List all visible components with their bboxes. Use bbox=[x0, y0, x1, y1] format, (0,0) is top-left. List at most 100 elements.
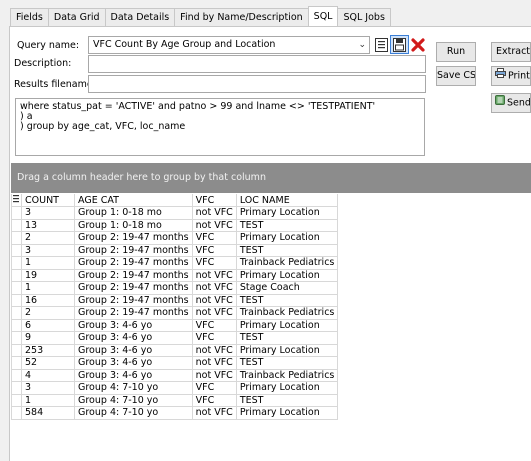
cell-age-cat[interactable]: Group 2: 19-47 months bbox=[74, 231, 193, 245]
table-row[interactable]: 52 Group 3: 4-6 yo not VFC TEST bbox=[11, 356, 339, 370]
table-row[interactable]: 3 Group 1: 0-18 mo not VFC Primary Location bbox=[11, 206, 339, 220]
cell-loc-name[interactable]: Trainback Pediatrics bbox=[235, 256, 339, 270]
description-input[interactable] bbox=[88, 55, 426, 73]
row-selector[interactable] bbox=[11, 356, 22, 370]
table-row[interactable]: 13 Group 1: 0-18 mo not VFC TEST bbox=[11, 218, 339, 232]
row-selector[interactable] bbox=[11, 281, 22, 295]
column-chooser-icon[interactable] bbox=[12, 194, 20, 203]
cell-vfc[interactable]: VFC bbox=[191, 393, 237, 407]
row-selector[interactable] bbox=[11, 243, 22, 257]
column-header-loc-name[interactable]: LOC NAME bbox=[235, 194, 339, 207]
cell-vfc[interactable]: VFC bbox=[191, 318, 237, 332]
cell-count[interactable]: 253 bbox=[21, 343, 75, 357]
tab-sql-jobs[interactable]: SQL Jobs bbox=[337, 8, 391, 26]
cell-age-cat[interactable]: Group 2: 19-47 months bbox=[74, 256, 193, 270]
cell-vfc[interactable]: not VFC bbox=[191, 356, 237, 370]
cell-age-cat[interactable]: Group 4: 7-10 yo bbox=[74, 393, 193, 407]
cell-vfc[interactable]: VFC bbox=[191, 256, 237, 270]
cell-vfc[interactable]: not VFC bbox=[191, 368, 237, 382]
cell-count[interactable]: 1 bbox=[21, 281, 75, 295]
cell-count[interactable]: 2 bbox=[21, 306, 75, 320]
cell-vfc[interactable]: not VFC bbox=[191, 206, 237, 220]
row-selector[interactable] bbox=[11, 306, 22, 320]
cell-loc-name[interactable]: Primary Location bbox=[235, 318, 339, 332]
table-row[interactable]: 2 Group 2: 19-47 months not VFC Trainback P… bbox=[11, 306, 339, 320]
table-row[interactable]: 1 Group 4: 7-10 yo VFC TEST bbox=[11, 393, 339, 407]
cell-count[interactable]: 19 bbox=[21, 268, 75, 282]
row-selector[interactable] bbox=[11, 393, 22, 407]
cell-loc-name[interactable]: Primary Location bbox=[235, 231, 339, 245]
cell-age-cat[interactable]: Group 2: 19-47 months bbox=[74, 243, 193, 257]
row-selector[interactable] bbox=[11, 368, 22, 382]
cell-vfc[interactable]: VFC bbox=[191, 331, 237, 345]
cell-age-cat[interactable]: Group 2: 19-47 months bbox=[74, 281, 193, 295]
table-row[interactable]: 584 Group 4: 7-10 yo not VFC Primary Locati… bbox=[11, 406, 339, 420]
cell-count[interactable]: 13 bbox=[21, 218, 75, 232]
column-header-count[interactable]: COUNT bbox=[21, 194, 75, 207]
cell-age-cat[interactable]: Group 3: 4-6 yo bbox=[74, 318, 193, 332]
cell-vfc[interactable]: not VFC bbox=[191, 281, 237, 295]
cell-vfc[interactable]: not VFC bbox=[191, 268, 237, 282]
cell-age-cat[interactable]: Group 3: 4-6 yo bbox=[74, 368, 193, 382]
cell-count[interactable]: 2 bbox=[21, 231, 75, 245]
table-row[interactable]: 9 Group 3: 4-6 yo VFC TEST bbox=[11, 331, 339, 345]
column-header-vfc[interactable]: VFC bbox=[191, 194, 237, 207]
cell-age-cat[interactable]: Group 2: 19-47 months bbox=[74, 293, 193, 307]
extract-button[interactable]: Extract bbox=[491, 42, 531, 62]
cell-count[interactable]: 1 bbox=[21, 393, 75, 407]
cell-loc-name[interactable]: Primary Location bbox=[235, 268, 339, 282]
cell-count[interactable]: 3 bbox=[21, 243, 75, 257]
table-row[interactable]: 2 Group 2: 19-47 months VFC Primary Locatio… bbox=[11, 231, 339, 245]
row-selector[interactable] bbox=[11, 231, 22, 245]
sql-editor[interactable]: where status_pat = 'ACTIVE' and patno > … bbox=[15, 98, 425, 156]
cell-age-cat[interactable]: Group 1: 0-18 mo bbox=[74, 206, 193, 220]
table-row[interactable]: 3 Group 2: 19-47 months VFC TEST bbox=[11, 243, 339, 257]
cell-vfc[interactable]: not VFC bbox=[191, 218, 237, 232]
table-row[interactable]: 19 Group 2: 19-47 months not VFC Primary Lo… bbox=[11, 268, 339, 282]
table-row[interactable]: 4 Group 3: 4-6 yo not VFC Trainback Pediatr… bbox=[11, 368, 339, 382]
save-csv-button[interactable]: Save CSV bbox=[436, 66, 476, 86]
cell-vfc[interactable]: not VFC bbox=[191, 293, 237, 307]
cell-vfc[interactable]: not VFC bbox=[191, 406, 237, 420]
cell-count[interactable]: 52 bbox=[21, 356, 75, 370]
cell-count[interactable]: 584 bbox=[21, 406, 75, 420]
cell-vfc[interactable]: not VFC bbox=[191, 306, 237, 320]
table-row[interactable]: 3 Group 4: 7-10 yo VFC Primary Location bbox=[11, 381, 339, 395]
cell-vfc[interactable]: not VFC bbox=[191, 343, 237, 357]
cell-loc-name[interactable]: Primary Location bbox=[235, 406, 339, 420]
cell-age-cat[interactable]: Group 3: 4-6 yo bbox=[74, 343, 193, 357]
chevron-down-icon[interactable]: ⌄ bbox=[358, 37, 366, 53]
cell-loc-name[interactable]: TEST bbox=[235, 331, 339, 345]
cell-count[interactable]: 1 bbox=[21, 256, 75, 270]
send-button[interactable]: Send bbox=[491, 93, 531, 113]
row-selector[interactable] bbox=[11, 406, 22, 420]
table-row[interactable]: 16 Group 2: 19-47 months not VFC TEST bbox=[11, 293, 339, 307]
tab-fields[interactable]: Fields bbox=[10, 8, 49, 26]
cell-count[interactable]: 3 bbox=[21, 381, 75, 395]
tab-data-grid[interactable]: Data Grid bbox=[47, 8, 106, 26]
query-name-combo[interactable]: VFC Count By Age Group and Location ⌄ bbox=[88, 36, 370, 54]
cell-loc-name[interactable]: TEST bbox=[235, 293, 339, 307]
delete-icon[interactable] bbox=[409, 36, 426, 53]
cell-loc-name[interactable]: Stage Coach bbox=[235, 281, 339, 295]
row-selector[interactable] bbox=[11, 206, 22, 220]
cell-loc-name[interactable]: Primary Location bbox=[235, 343, 339, 357]
cell-age-cat[interactable]: Group 1: 0-18 mo bbox=[74, 218, 193, 232]
row-selector[interactable] bbox=[11, 331, 22, 345]
cell-count[interactable]: 6 bbox=[21, 318, 75, 332]
cell-loc-name[interactable]: Primary Location bbox=[235, 206, 339, 220]
row-selector[interactable] bbox=[11, 268, 22, 282]
cell-age-cat[interactable]: Group 2: 19-47 months bbox=[74, 306, 193, 320]
results-filename-input[interactable] bbox=[88, 75, 426, 93]
save-as-icon[interactable] bbox=[390, 35, 409, 54]
cell-loc-name[interactable]: TEST bbox=[235, 393, 339, 407]
cell-loc-name[interactable]: Primary Location bbox=[235, 381, 339, 395]
row-selector[interactable] bbox=[11, 256, 22, 270]
tab-sql[interactable]: SQL bbox=[307, 6, 339, 26]
tab-data-details[interactable]: Data Details bbox=[104, 8, 176, 26]
cell-count[interactable]: 16 bbox=[21, 293, 75, 307]
cell-loc-name[interactable]: TEST bbox=[235, 356, 339, 370]
row-selector[interactable] bbox=[11, 293, 22, 307]
table-row[interactable]: 6 Group 3: 4-6 yo VFC Primary Location bbox=[11, 318, 339, 332]
cell-loc-name[interactable]: TEST bbox=[235, 243, 339, 257]
